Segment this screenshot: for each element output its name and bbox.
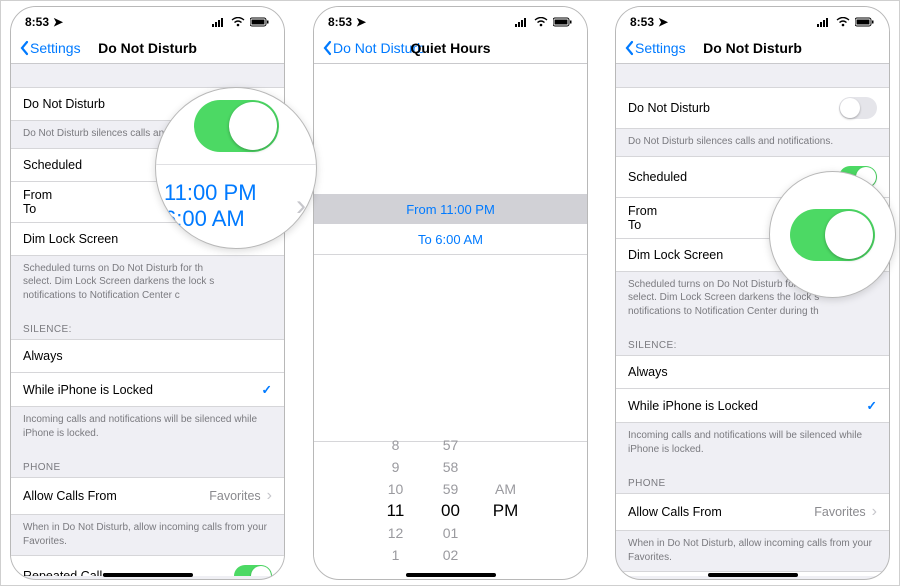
allow-footer: When in Do Not Disturb, allow incoming c…	[11, 515, 284, 556]
repeated-toggle[interactable]	[234, 565, 272, 576]
phone-header: PHONE	[11, 448, 284, 478]
home-indicator[interactable]	[103, 573, 193, 577]
silence-footer: Incoming calls and notifications will be…	[616, 423, 889, 464]
allow-label: Allow Calls From	[628, 505, 722, 519]
from-row-selected[interactable]: From 11:00 PM	[314, 194, 587, 224]
time-picker[interactable]: 891011121 575859000102 AMPM	[314, 441, 587, 557]
back-label: Settings	[30, 40, 81, 56]
home-indicator[interactable]	[708, 573, 798, 577]
scheduled-label: Scheduled	[23, 158, 82, 172]
back-button[interactable]: Settings	[19, 40, 81, 56]
back-button[interactable]: Settings	[624, 40, 686, 56]
allow-value: Favorites	[814, 505, 865, 519]
scheduled-label: Scheduled	[628, 170, 687, 184]
allow-calls-cell[interactable]: Allow Calls From Favorites ›	[11, 477, 284, 515]
zoom-schedule-row[interactable]: 11:00 PM 6:00 AM ›	[156, 164, 316, 248]
dnd-label: Do Not Disturb	[23, 97, 105, 111]
dim-label: Dim Lock Screen	[628, 248, 723, 262]
back-button[interactable]: Do Not Disturb	[322, 40, 425, 56]
status-bar: 8:53 ➤	[11, 7, 284, 33]
checkmark-icon: ✓	[262, 382, 272, 397]
nav-bar: Settings Do Not Disturb	[11, 33, 284, 64]
picker-ampm[interactable]: AMPM	[478, 478, 533, 522]
signal-icon	[515, 17, 529, 27]
from-label: From	[23, 188, 52, 202]
back-label: Settings	[635, 40, 686, 56]
battery-icon	[250, 17, 270, 27]
zoom-to-time: 6:00 AM	[164, 206, 257, 232]
checkmark-icon: ✓	[867, 398, 877, 413]
zoom-scheduled-toggle[interactable]	[194, 100, 279, 152]
silence-locked-cell[interactable]: While iPhone is Locked ✓	[616, 388, 889, 423]
wifi-icon	[534, 17, 548, 27]
silence-always-cell[interactable]: Always	[11, 339, 284, 373]
back-label: Do Not Disturb	[333, 40, 425, 56]
allow-label: Allow Calls From	[23, 489, 117, 503]
zoom-dim-toggle[interactable]	[790, 209, 875, 261]
silence-footer: Incoming calls and notifications will be…	[11, 407, 284, 448]
chevron-right-icon: ›	[267, 487, 272, 504]
home-indicator[interactable]	[406, 573, 496, 577]
zoom-callout-schedule: 11:00 PM 6:00 AM ›	[155, 87, 317, 249]
allow-footer: When in Do Not Disturb, allow incoming c…	[616, 531, 889, 572]
phone-header: PHONE	[616, 464, 889, 494]
allow-value: Favorites	[209, 489, 260, 503]
silence-header: SILENCE:	[11, 310, 284, 340]
from-label: From	[628, 204, 657, 218]
zoom-callout-dim-toggle	[769, 171, 896, 298]
dim-label: Dim Lock Screen	[23, 232, 118, 246]
dnd-footer: Do Not Disturb silences calls and notifi…	[616, 129, 889, 157]
locked-label: While iPhone is Locked	[628, 399, 758, 413]
silence-header: SILENCE:	[616, 326, 889, 356]
location-icon: ➤	[658, 15, 668, 29]
chevron-right-icon: ›	[872, 503, 877, 520]
always-label: Always	[23, 349, 63, 363]
status-bar: 8:53 ➤	[616, 7, 889, 33]
repeated-label: Repeated Calls	[23, 569, 108, 576]
wifi-icon	[231, 17, 245, 27]
locked-label: While iPhone is Locked	[23, 383, 153, 397]
signal-icon	[212, 17, 226, 27]
battery-icon	[855, 17, 875, 27]
status-bar: 8:53 ➤	[314, 7, 587, 33]
chevron-left-icon	[19, 40, 30, 56]
to-row[interactable]: To 6:00 AM	[314, 224, 587, 255]
picker-minute[interactable]: 575859000102	[423, 434, 478, 566]
nav-bar: Do Not Disturb Quiet Hours	[314, 33, 587, 64]
battery-icon	[553, 17, 573, 27]
to-label: To	[23, 202, 36, 216]
to-label: To	[628, 218, 641, 232]
status-time: 8:53	[328, 15, 352, 29]
signal-icon	[817, 17, 831, 27]
allow-calls-cell[interactable]: Allow Calls From Favorites ›	[616, 493, 889, 531]
dnd-toggle-cell[interactable]: Do Not Disturb	[616, 87, 889, 129]
dnd-toggle[interactable]	[839, 97, 877, 119]
location-icon: ➤	[356, 15, 366, 29]
wifi-icon	[836, 17, 850, 27]
silence-always-cell[interactable]: Always	[616, 355, 889, 389]
chevron-left-icon	[322, 40, 333, 56]
silence-locked-cell[interactable]: While iPhone is Locked ✓	[11, 372, 284, 407]
location-icon: ➤	[53, 15, 63, 29]
nav-bar: Settings Do Not Disturb	[616, 33, 889, 64]
dim-footer: Scheduled turns on Do Not Disturb for th…	[11, 256, 284, 311]
zoom-from-time: 11:00 PM	[164, 180, 257, 206]
chevron-right-icon: ›	[296, 189, 306, 223]
status-time: 8:53	[25, 15, 49, 29]
status-time: 8:53	[630, 15, 654, 29]
chevron-left-icon	[624, 40, 635, 56]
screen-2-quiet-hours: 8:53 ➤ Do Not Disturb Quiet Hours From 11…	[313, 6, 588, 580]
dnd-label: Do Not Disturb	[628, 101, 710, 115]
picker-hour[interactable]: 891011121	[368, 434, 423, 566]
always-label: Always	[628, 365, 668, 379]
